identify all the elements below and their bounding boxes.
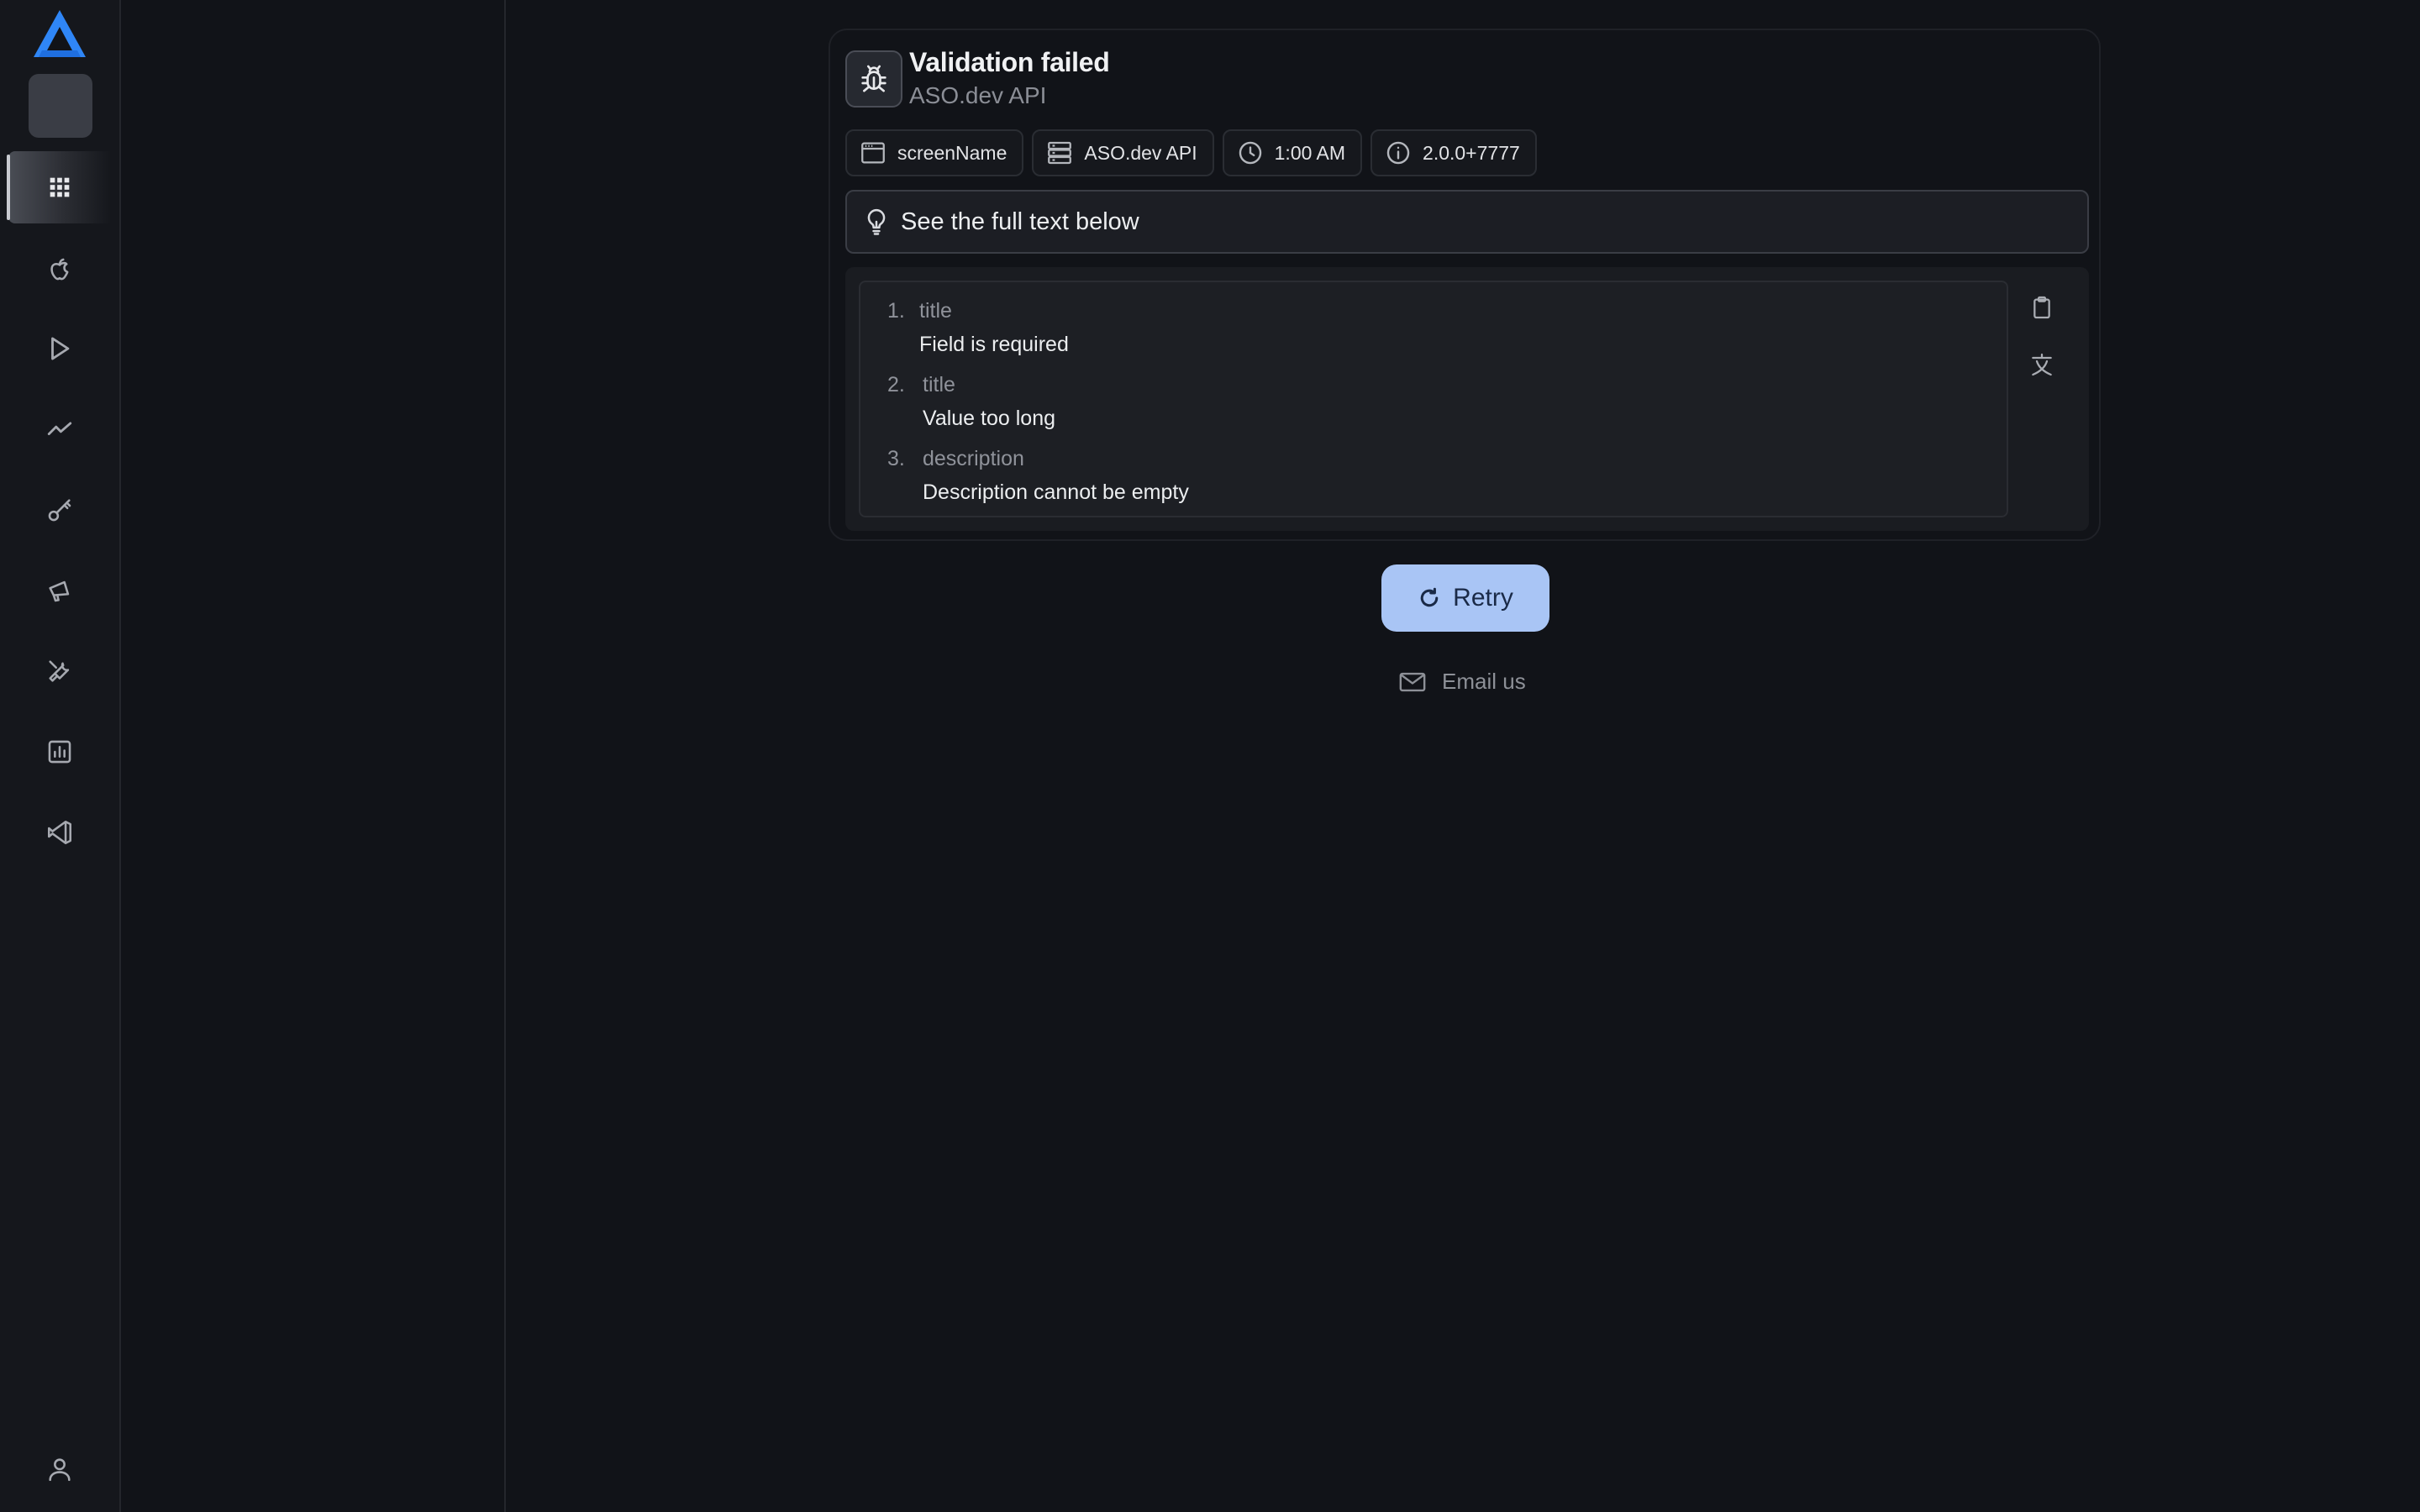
clipboard-icon: [2033, 296, 2050, 319]
error-icon-box: [845, 50, 902, 108]
retry-button[interactable]: Retry: [1381, 564, 1549, 632]
sidebar-item-profile[interactable]: [8, 1433, 111, 1505]
error-source: ASO.dev API: [909, 82, 1047, 108]
chip-label: 2.0.0+7777: [1423, 141, 1520, 164]
email-label: Email us: [1442, 669, 1526, 694]
grid-icon: [50, 177, 70, 197]
chip-label: ASO.dev API: [1084, 141, 1197, 164]
error-details: 1. title Field is required 2. title Valu…: [845, 267, 2089, 531]
retry-label: Retry: [1453, 584, 1513, 612]
item-number: 2.: [887, 373, 905, 396]
wrench-icon: [49, 660, 70, 682]
chip-version: 2.0.0+7777: [1370, 129, 1537, 176]
sidebar-item-tools[interactable]: [8, 635, 111, 707]
mail-icon: [1399, 672, 1426, 691]
trend-icon: [47, 422, 72, 436]
item-message: Value too long: [923, 407, 1055, 430]
bug-icon: [861, 65, 886, 92]
bar-chart-icon: [48, 740, 71, 764]
secondary-panel: [121, 0, 506, 1512]
app-sidebar: [0, 0, 121, 1512]
sidebar-item-reports[interactable]: [8, 716, 111, 788]
code-editor-icon: [47, 820, 72, 845]
item-message: Description cannot be empty: [923, 480, 1189, 504]
sidebar-item-vscode[interactable]: [8, 796, 111, 869]
error-meta-chips: screenName ASO.dev API 1:00 AM 2.0.0+777…: [845, 129, 1537, 176]
copy-button[interactable]: [2023, 289, 2060, 326]
translate-button[interactable]: [2023, 346, 2060, 383]
sidebar-item-campaigns[interactable]: [8, 554, 111, 627]
server-icon: [1048, 141, 1072, 165]
chip-time: 1:00 AM: [1222, 129, 1363, 176]
sidebar-item-trends[interactable]: [8, 393, 111, 465]
item-number: 3.: [887, 447, 905, 470]
error-hint: See the full text below: [845, 190, 2089, 254]
refresh-icon: [1420, 587, 1439, 607]
sidebar-item-app-store[interactable]: [8, 234, 111, 306]
item-field: title: [923, 373, 955, 396]
lightbulb-icon: [867, 208, 886, 235]
error-title: Validation failed: [909, 47, 1110, 77]
window-icon: [861, 142, 885, 164]
workspace-avatar[interactable]: [29, 74, 92, 138]
app-logo-icon[interactable]: [32, 8, 87, 59]
chip-api: ASO.dev API: [1032, 129, 1214, 176]
sidebar-item-keywords[interactable]: [8, 474, 111, 546]
item-number: 1.: [887, 299, 905, 323]
item-field: description: [923, 447, 1024, 470]
clock-icon: [1239, 141, 1261, 165]
megaphone-icon: [49, 580, 70, 602]
chip-screen-name: screenName: [845, 129, 1024, 176]
item-message: Field is required: [919, 333, 1069, 356]
chip-label: 1:00 AM: [1274, 141, 1346, 164]
key-icon: [48, 499, 71, 522]
item-field: title: [919, 299, 952, 323]
chip-label: screenName: [897, 141, 1007, 164]
error-card: Validation failed ASO.dev API screenName…: [829, 29, 2101, 541]
error-list: 1. title Field is required 2. title Valu…: [859, 281, 2008, 517]
user-icon: [49, 1458, 71, 1482]
email-us-link[interactable]: Email us: [1398, 669, 1526, 695]
sidebar-item-apps[interactable]: [7, 151, 111, 223]
info-icon: [1386, 141, 1410, 165]
play-icon: [51, 337, 70, 360]
apple-icon: [50, 258, 69, 281]
sidebar-item-google-play[interactable]: [8, 312, 111, 385]
hint-text: See the full text below: [901, 207, 1139, 235]
translate-icon: [2032, 353, 2052, 376]
